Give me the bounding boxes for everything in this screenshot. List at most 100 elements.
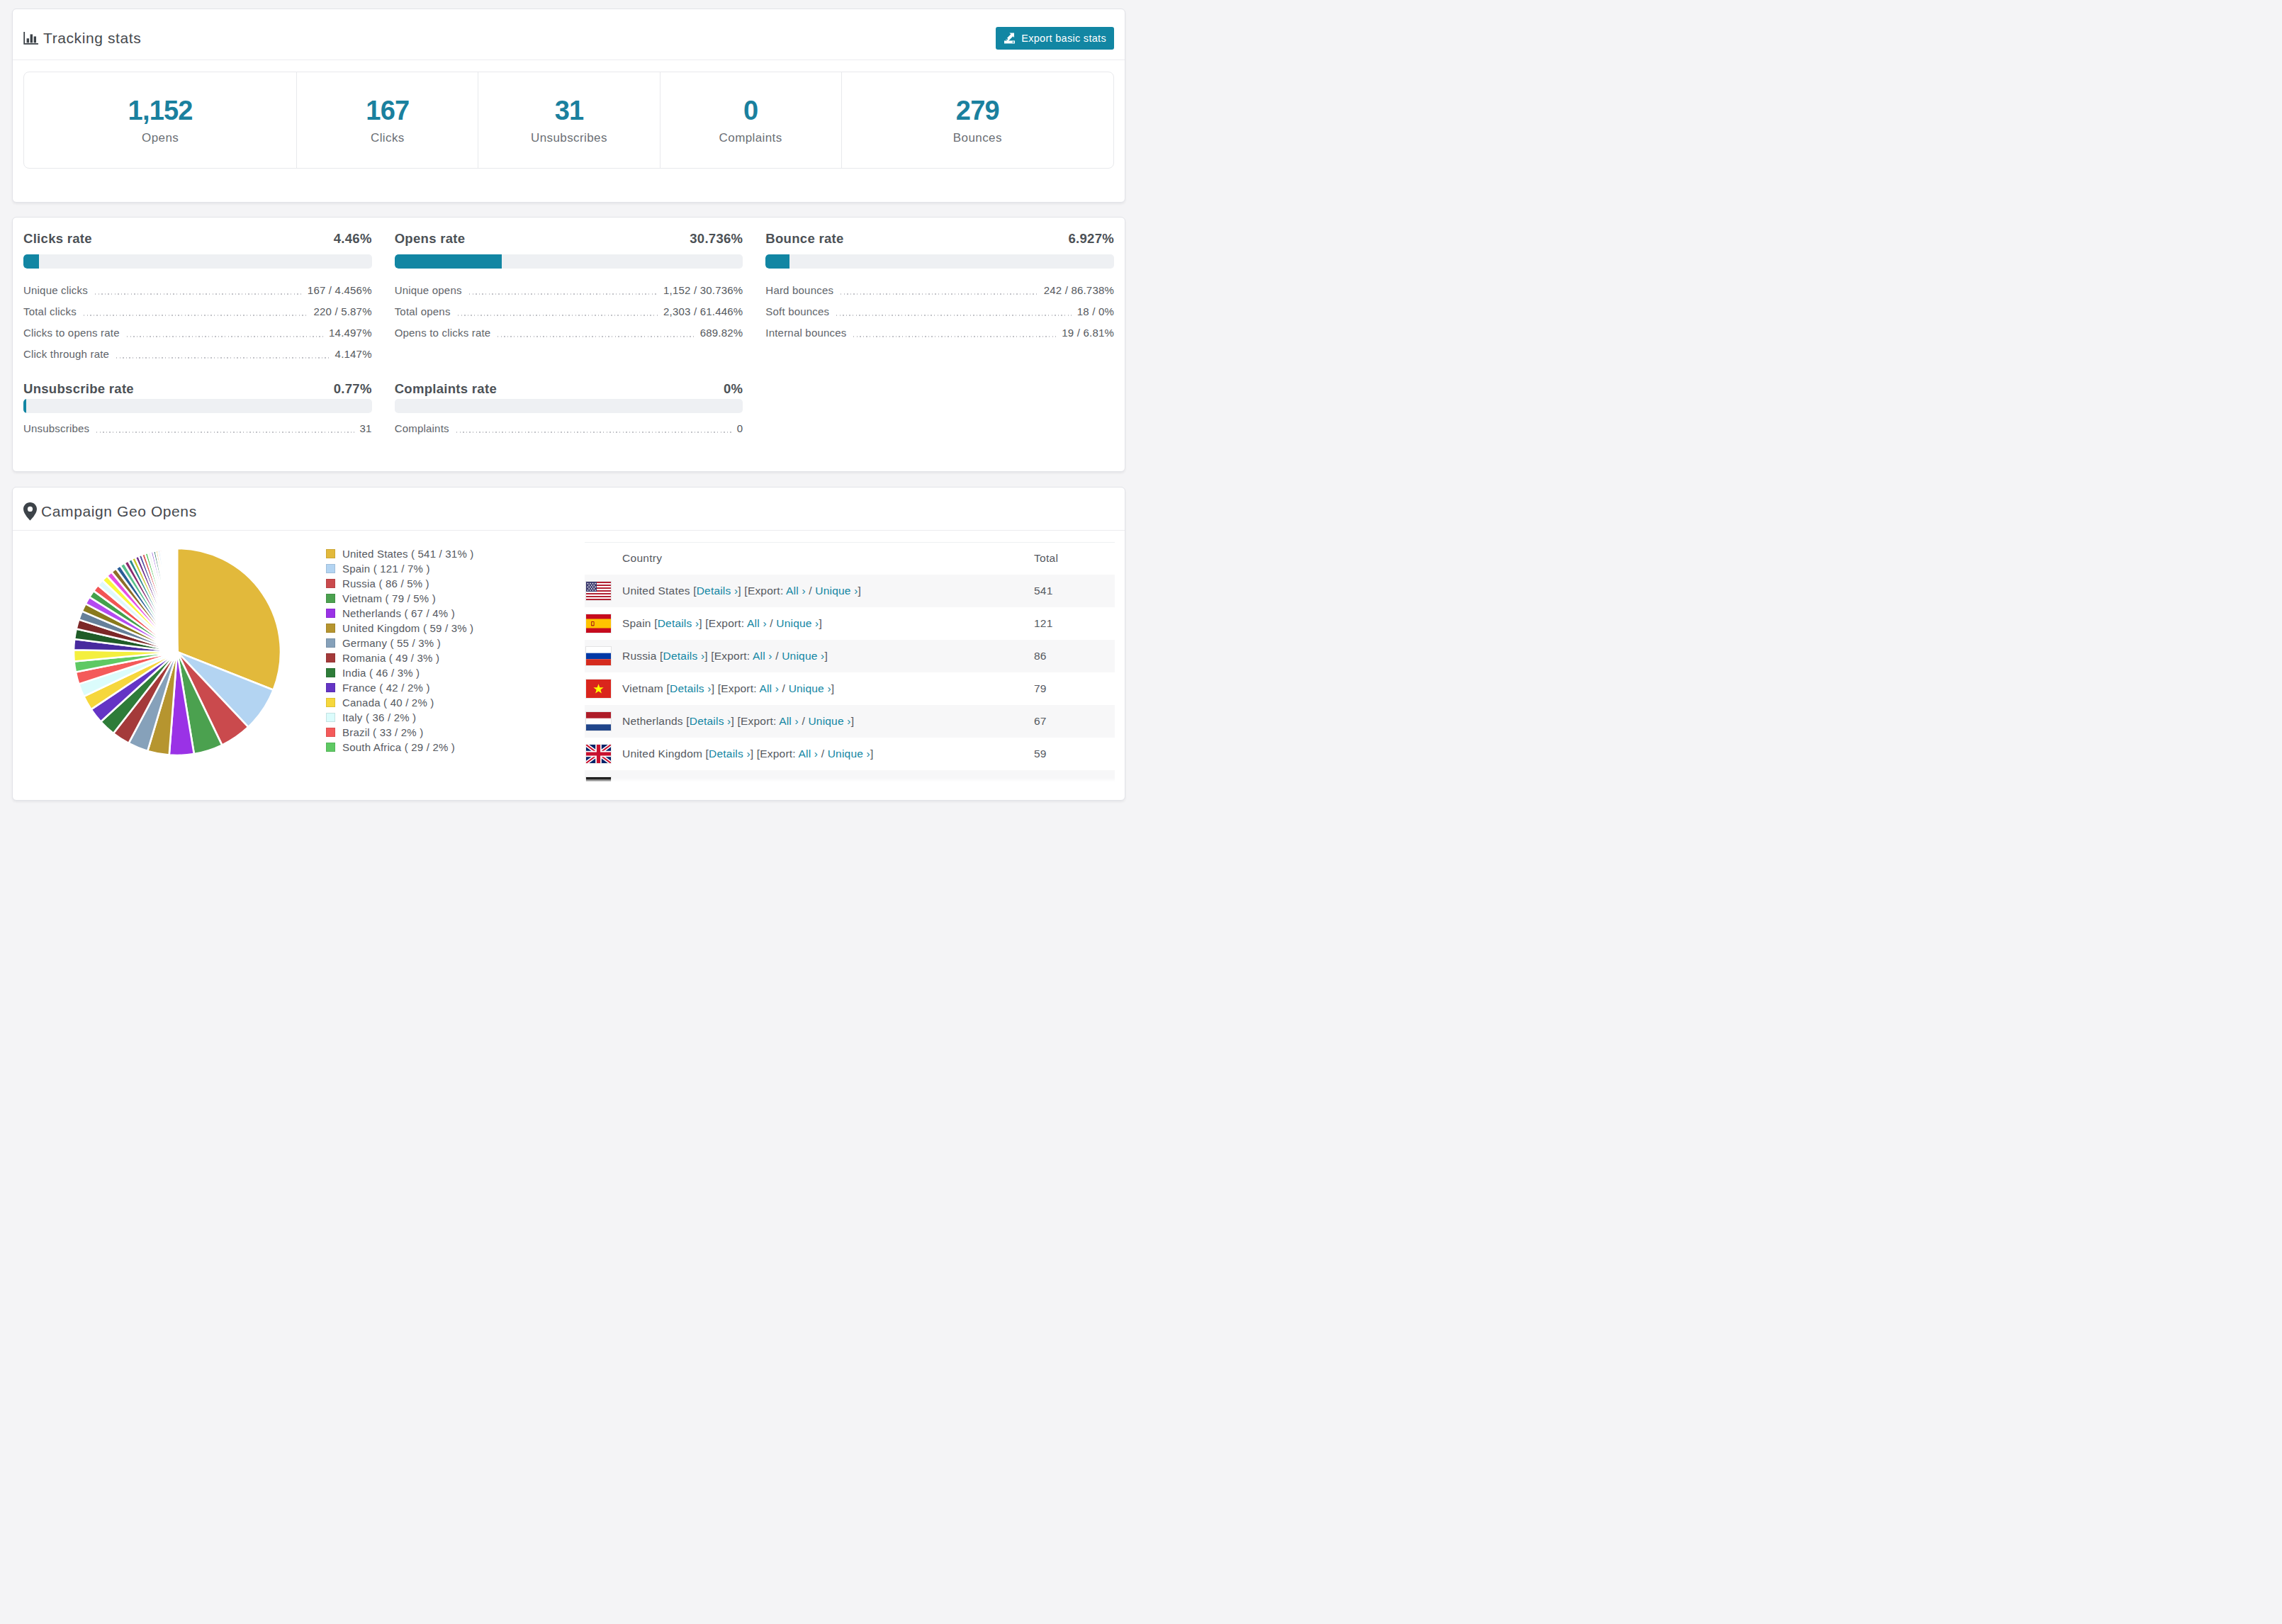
- rate-row-label: Complaints: [395, 418, 449, 439]
- geo-title-text: Campaign Geo Opens: [41, 503, 197, 520]
- legend-label: United States ( 541 / 31% ): [342, 548, 474, 560]
- stat-label: Complaints: [719, 131, 782, 145]
- legend-item-france: France ( 42 / 2% ): [326, 680, 474, 695]
- details-link[interactable]: Details ›: [690, 715, 731, 727]
- legend-item-vietnam: Vietnam ( 79 / 5% ): [326, 591, 474, 606]
- export-all-link[interactable]: All ›: [798, 748, 818, 760]
- country-cell: Germany [Details ›] [Export: All › / Uni…: [622, 770, 1034, 784]
- export-all-link[interactable]: All ›: [786, 585, 806, 597]
- us-flag-icon: [585, 575, 622, 607]
- rate-value: 6.927%: [1068, 231, 1114, 247]
- rate-row-label: Click through rate: [23, 344, 109, 365]
- geo-body: United States ( 541 / 31% )Spain ( 121 /…: [13, 531, 1125, 800]
- export-all-link[interactable]: All ›: [779, 715, 799, 727]
- legend-label: India ( 46 / 3% ): [342, 667, 420, 679]
- rate-value: 30.736%: [690, 231, 743, 247]
- dotted-leader: [469, 293, 658, 295]
- legend-item-romania: Romania ( 49 / 3% ): [326, 650, 474, 665]
- map-marker-icon: [23, 502, 37, 521]
- country-cell: United States [Details ›] [Export: All ›…: [622, 575, 1034, 607]
- stat-value: 167: [366, 96, 409, 126]
- export-unique-link[interactable]: Unique ›: [776, 617, 819, 629]
- nl-flag-icon: [585, 705, 622, 738]
- export-all-link[interactable]: All ›: [759, 682, 779, 694]
- export-unique-link[interactable]: Unique ›: [808, 715, 850, 727]
- dotted-leader: [84, 315, 308, 316]
- details-link[interactable]: Details ›: [670, 682, 712, 694]
- legend-item-italy: Italy ( 36 / 2% ): [326, 710, 474, 725]
- rates-card: Clicks rate4.46%Unique clicks167 / 4.456…: [12, 217, 1125, 472]
- rate-title: Bounce rate: [765, 231, 843, 247]
- rate-rows: Hard bounces242 / 86.738%Soft bounces18 …: [765, 280, 1114, 344]
- rate-row-label: Unique opens: [395, 280, 462, 301]
- total-cell: 55: [1034, 770, 1115, 784]
- rate-row-value: 4.147%: [335, 344, 372, 365]
- export-all-link[interactable]: All ›: [747, 617, 767, 629]
- progress-fill: [765, 254, 789, 269]
- legend-label: Romania ( 49 / 3% ): [342, 652, 439, 664]
- legend-swatch: [326, 594, 335, 603]
- total-cell: 86: [1034, 640, 1115, 672]
- rate-row-label: Unsubscribes: [23, 418, 89, 439]
- total-cell: 121: [1034, 607, 1115, 640]
- legend-label: South Africa ( 29 / 2% ): [342, 741, 455, 753]
- details-link[interactable]: Details ›: [663, 650, 705, 662]
- export-unique-link[interactable]: Unique ›: [828, 748, 870, 760]
- rate-row-label: Internal bounces: [765, 322, 846, 344]
- country-name: Vietnam: [622, 682, 667, 694]
- export-unique-link[interactable]: Unique ›: [782, 650, 824, 662]
- stat-value: 31: [555, 96, 584, 126]
- geo-title: Campaign Geo Opens: [23, 502, 197, 521]
- export-icon: [1004, 32, 1016, 44]
- progress-fill: [395, 254, 502, 269]
- export-all-link[interactable]: All ›: [753, 650, 772, 662]
- details-link[interactable]: Details ›: [697, 585, 738, 597]
- page: Tracking stats Export basic stats 1,152O…: [0, 0, 1141, 812]
- legend-item-russia: Russia ( 86 / 5% ): [326, 576, 474, 591]
- details-link[interactable]: Details ›: [709, 748, 751, 760]
- rate-row-label: Unique clicks: [23, 280, 88, 301]
- export-unique-link[interactable]: Unique ›: [789, 682, 831, 694]
- rate-row: Opens to clicks rate689.82%: [395, 322, 743, 344]
- rate-row-value: 167 / 4.456%: [308, 280, 372, 301]
- dotted-leader: [96, 432, 354, 433]
- rate-row-label: Clicks to opens rate: [23, 322, 120, 344]
- legend-label: France ( 42 / 2% ): [342, 682, 430, 694]
- rate-col-empty: [765, 379, 1114, 439]
- progress-bar: [23, 254, 372, 269]
- legend-swatch: [326, 698, 335, 707]
- rate-row-label: Total opens: [395, 301, 451, 322]
- total-column-header: Total: [1034, 543, 1115, 575]
- export-unique-link[interactable]: Unique ›: [815, 585, 858, 597]
- country-cell: Vietnam [Details ›] [Export: All › / Uni…: [622, 672, 1034, 705]
- rate-rows: Unsubscribes 31: [23, 418, 372, 439]
- rate-row-label: Opens to clicks rate: [395, 322, 491, 344]
- rate-row-value: 31: [360, 418, 372, 439]
- details-link[interactable]: Details ›: [675, 780, 716, 784]
- stat-label: Clicks: [371, 131, 405, 145]
- rate-row: Unique opens 1,152 / 30.736%: [395, 280, 743, 301]
- legend-swatch: [326, 683, 335, 692]
- legend-item-south-africa: South Africa ( 29 / 2% ): [326, 740, 474, 755]
- stat-label: Opens: [142, 131, 179, 145]
- legend-label: Italy ( 36 / 2% ): [342, 711, 416, 723]
- rate-row-value: 18 / 0%: [1077, 301, 1114, 322]
- geo-table-row-nl: Netherlands [Details ›] [Export: All › /…: [585, 705, 1115, 738]
- vn-flag-icon: [585, 672, 622, 705]
- legend-item-brazil: Brazil ( 33 / 2% ): [326, 725, 474, 740]
- export-unique-link[interactable]: Unique ›: [794, 780, 836, 784]
- legend-item-india: India ( 46 / 3% ): [326, 665, 474, 680]
- geo-table-row-gb: United Kingdom [Details ›] [Export: All …: [585, 738, 1115, 770]
- country-cell: Spain [Details ›] [Export: All › / Uniqu…: [622, 607, 1034, 640]
- rate-row-value: 1,152 / 30.736%: [663, 280, 743, 301]
- details-link[interactable]: Details ›: [658, 617, 699, 629]
- legend-label: Brazil ( 33 / 2% ): [342, 726, 423, 738]
- legend-swatch: [326, 668, 335, 677]
- legend-swatch: [326, 743, 335, 752]
- rate-value: 0.77%: [334, 381, 372, 397]
- export-basic-stats-button[interactable]: Export basic stats: [996, 27, 1114, 50]
- export-all-link[interactable]: All ›: [765, 780, 785, 784]
- stat-value: 1,152: [128, 96, 193, 126]
- legend-swatch: [326, 713, 335, 722]
- rate-row: Total opens2,303 / 61.446%: [395, 301, 743, 322]
